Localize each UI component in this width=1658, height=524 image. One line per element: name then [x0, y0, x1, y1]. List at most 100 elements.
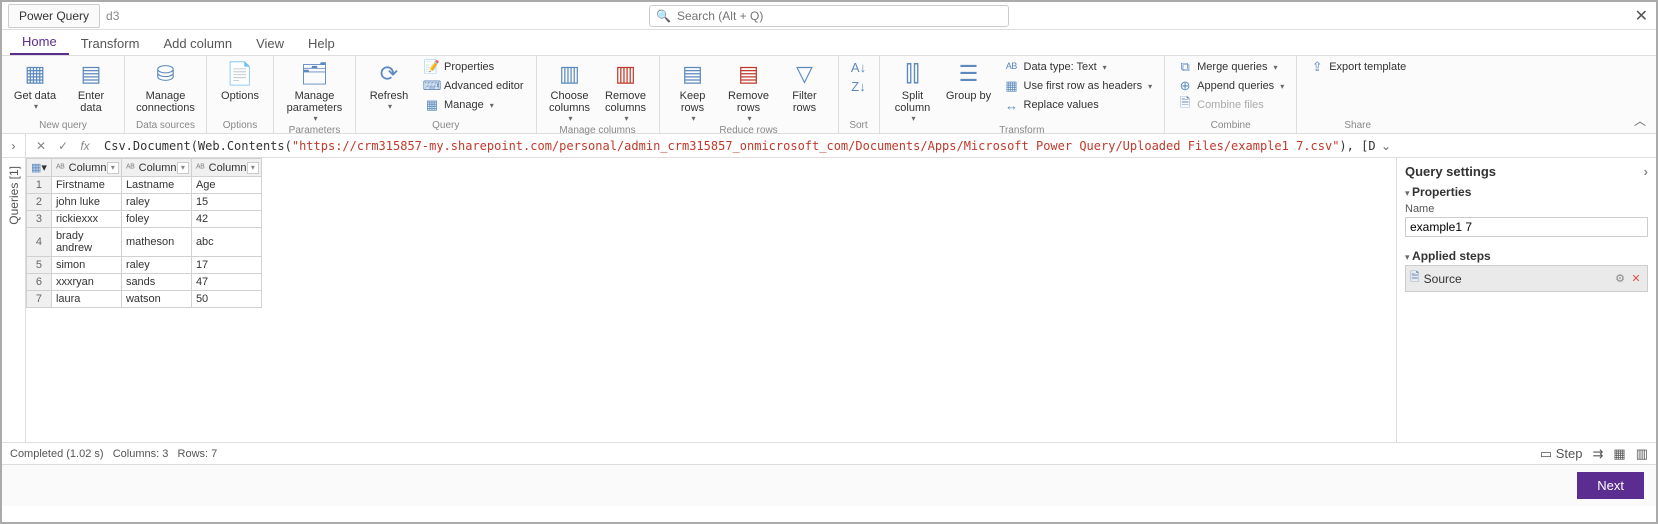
append-queries-button[interactable]: ⊕Append queries	[1173, 77, 1288, 95]
formula-expand-button[interactable]: ⌄	[1376, 139, 1396, 153]
grid-view-button[interactable]: ▦	[1613, 446, 1625, 462]
step-source[interactable]: 🗎Source ⚙ ✕	[1405, 265, 1648, 292]
filter-rows-button[interactable]: ▽ Filter rows	[780, 58, 830, 116]
data-type-button[interactable]: ᴬᴮData type: Text	[1000, 58, 1157, 76]
settings-expand-icon[interactable]: ›	[1644, 164, 1648, 179]
table-cell[interactable]: brady andrew	[51, 228, 121, 257]
refresh-button[interactable]: ⟳ Refresh	[364, 58, 414, 113]
table-cell[interactable]: 15	[191, 194, 261, 211]
column-header[interactable]: ᴬᴮColumn1▾	[51, 159, 121, 177]
manage-connections-button[interactable]: ⛁ Manage connections	[133, 58, 198, 116]
tab-view[interactable]: View	[244, 32, 296, 55]
table-cell[interactable]: 47	[191, 274, 261, 291]
enter-data-button[interactable]: ▤ Enter data	[66, 58, 116, 116]
row-number[interactable]: 4	[27, 228, 52, 257]
table-cell[interactable]: john luke	[51, 194, 121, 211]
manage-button[interactable]: ▦Manage	[420, 96, 528, 114]
step-gear-icon[interactable]: ⚙	[1613, 272, 1627, 286]
query-settings-title: Query settings›	[1405, 164, 1648, 179]
search-box[interactable]: 🔍	[649, 5, 1009, 27]
tab-help[interactable]: Help	[296, 32, 347, 55]
table-cell[interactable]: abc	[191, 228, 261, 257]
table-cell[interactable]: simon	[51, 257, 121, 274]
queries-sidebar[interactable]: Queries [1]	[2, 158, 26, 442]
options-button[interactable]: 📄 Options	[215, 58, 265, 104]
table-row[interactable]: 5simonraley17	[27, 257, 262, 274]
table-cell[interactable]: Age	[191, 177, 261, 194]
table-cell[interactable]: watson	[121, 291, 191, 308]
next-button[interactable]: Next	[1577, 472, 1644, 499]
split-column-button[interactable]: ⫿⫿ Split column	[888, 58, 938, 125]
replace-values-button[interactable]: ↔Replace values	[1000, 96, 1157, 114]
row-number[interactable]: 7	[27, 291, 52, 308]
table-cell[interactable]: 17	[191, 257, 261, 274]
table-cell[interactable]: foley	[121, 211, 191, 228]
split-column-label: Split column	[890, 90, 936, 114]
table-row[interactable]: 1FirstnameLastnameAge	[27, 177, 262, 194]
step-mode-button[interactable]: ▭ Step	[1540, 446, 1583, 462]
table-cell[interactable]: raley	[121, 194, 191, 211]
table-cell[interactable]: Firstname	[51, 177, 121, 194]
column-header[interactable]: ᴬᴮColumn2▾	[121, 159, 191, 177]
schema-view-button[interactable]: ▥	[1636, 446, 1648, 462]
sort-desc-button[interactable]: Z↓	[847, 77, 871, 95]
table-row[interactable]: 4brady andrewmathesonabc	[27, 228, 262, 257]
step-delete-icon[interactable]: ✕	[1629, 272, 1643, 286]
table-cell[interactable]: matheson	[121, 228, 191, 257]
search-input[interactable]	[677, 9, 1002, 23]
keep-rows-button[interactable]: ▤ Keep rows	[668, 58, 718, 125]
column-dropdown-icon[interactable]: ▾	[177, 162, 189, 174]
queries-expand-button[interactable]: ›	[2, 134, 26, 157]
table-cell[interactable]: sands	[121, 274, 191, 291]
table-cell[interactable]: laura	[51, 291, 121, 308]
table-cell[interactable]: 42	[191, 211, 261, 228]
formula-prefix: Csv.Document(Web.Contents(	[104, 139, 292, 153]
column-dropdown-icon[interactable]: ▾	[247, 162, 259, 174]
query-name-input[interactable]	[1405, 217, 1648, 237]
formula-text[interactable]: Csv.Document(Web.Contents("https://crm31…	[100, 139, 1376, 153]
get-data-button[interactable]: ▦ Get data	[10, 58, 60, 113]
sort-asc-button[interactable]: A↓	[847, 58, 871, 76]
table-cell[interactable]: Lastname	[121, 177, 191, 194]
remove-columns-label: Remove columns	[603, 90, 649, 114]
group-by-button[interactable]: ☰ Group by	[944, 58, 994, 104]
properties-section[interactable]: Properties	[1405, 185, 1648, 199]
ribbon-collapse-button[interactable]: ︿	[1634, 112, 1646, 129]
column-dropdown-icon[interactable]: ▾	[107, 162, 119, 174]
properties-button[interactable]: 📝Properties	[420, 58, 528, 76]
tab-add-column[interactable]: Add column	[151, 32, 244, 55]
table-row[interactable]: 3rickiexxxfoley42	[27, 211, 262, 228]
table-cell[interactable]: rickiexxx	[51, 211, 121, 228]
table-corner[interactable]: ▦▾	[27, 159, 52, 177]
table-cell[interactable]: 50	[191, 291, 261, 308]
export-template-button[interactable]: ⇪Export template	[1305, 58, 1410, 76]
choose-columns-button[interactable]: ▥ Choose columns	[545, 58, 595, 125]
tab-home[interactable]: Home	[10, 30, 69, 55]
row-number[interactable]: 5	[27, 257, 52, 274]
merge-queries-button[interactable]: ⧉Merge queries	[1173, 58, 1288, 76]
table-row[interactable]: 2john lukeraley15	[27, 194, 262, 211]
row-number[interactable]: 2	[27, 194, 52, 211]
table-row[interactable]: 6xxxryansands47	[27, 274, 262, 291]
row-number[interactable]: 3	[27, 211, 52, 228]
tab-transform[interactable]: Transform	[69, 32, 152, 55]
close-button[interactable]: ✕	[1635, 6, 1648, 26]
applied-steps-section[interactable]: Applied steps	[1405, 249, 1648, 263]
column-header[interactable]: ᴬᴮColumn3▾	[191, 159, 261, 177]
table-cell[interactable]: raley	[121, 257, 191, 274]
formula-fx-button[interactable]: fx	[76, 137, 94, 155]
advanced-editor-button[interactable]: ⌨Advanced editor	[420, 77, 528, 95]
data-grid[interactable]: ▦▾ᴬᴮColumn1▾ᴬᴮColumn2▾ᴬᴮColumn3▾ 1Firstn…	[26, 158, 262, 308]
formula-commit-button[interactable]: ✓	[54, 137, 72, 155]
row-number[interactable]: 1	[27, 177, 52, 194]
row-number[interactable]: 6	[27, 274, 52, 291]
remove-columns-button[interactable]: ▥ Remove columns	[601, 58, 651, 125]
formula-cancel-button[interactable]: ✕	[32, 137, 50, 155]
remove-rows-button[interactable]: ▤ Remove rows	[724, 58, 774, 125]
table-cell[interactable]: xxxryan	[51, 274, 121, 291]
manage-parameters-button[interactable]: 🗂 Manage parameters	[282, 58, 347, 125]
first-row-headers-button[interactable]: ▦Use first row as headers	[1000, 77, 1157, 95]
table-row[interactable]: 7laurawatson50	[27, 291, 262, 308]
app-title-button[interactable]: Power Query	[8, 4, 100, 28]
diagram-view-button[interactable]: ⇉	[1593, 446, 1604, 462]
